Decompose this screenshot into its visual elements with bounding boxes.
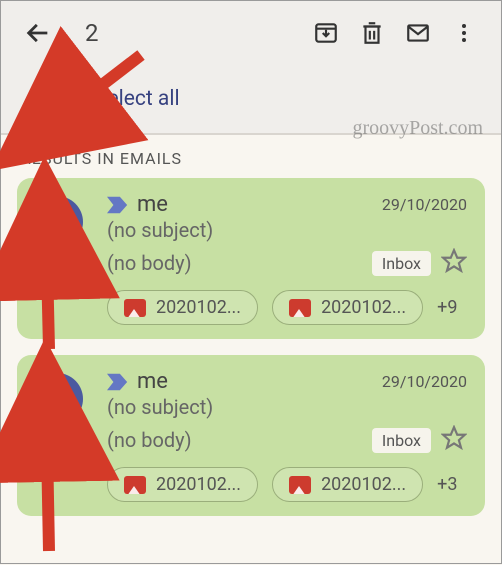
email-date: 29/10/2020 [382, 372, 467, 391]
watermark: groovyPost.com [352, 117, 483, 140]
attachment-name: 2020102... [156, 474, 241, 495]
attachment-chip[interactable]: 2020102... [107, 290, 258, 325]
selected-avatar-icon[interactable] [31, 196, 83, 248]
attachment-name: 2020102... [321, 474, 406, 495]
inbox-label: Inbox [372, 428, 431, 453]
selected-count: 2 [85, 19, 303, 47]
important-icon[interactable] [107, 196, 129, 214]
section-header: RESULTS IN EMAILS [1, 135, 501, 178]
select-all-label: Select all [95, 87, 180, 111]
email-sender: me [137, 192, 374, 217]
star-button[interactable] [441, 248, 467, 278]
image-icon [124, 476, 146, 494]
attachment-name: 2020102... [156, 297, 241, 318]
attachment-chip[interactable]: 2020102... [272, 467, 423, 502]
email-snippet: (no body) [107, 427, 192, 454]
attachment-chip[interactable]: 2020102... [272, 290, 423, 325]
inbox-label: Inbox [372, 251, 431, 276]
email-subject: (no subject) [107, 394, 467, 421]
email-subject: (no subject) [107, 217, 467, 244]
image-icon [289, 299, 311, 317]
delete-button[interactable] [349, 10, 395, 56]
email-item[interactable]: me 29/10/2020 (no subject) (no body) Inb… [17, 178, 485, 339]
important-icon[interactable] [107, 373, 129, 391]
image-icon [289, 476, 311, 494]
email-item[interactable]: me 29/10/2020 (no subject) (no body) Inb… [17, 355, 485, 516]
more-button[interactable] [441, 10, 487, 56]
attachment-more-count[interactable]: +3 [437, 474, 457, 495]
email-snippet: (no body) [107, 250, 192, 277]
toolbar: 2 [1, 1, 501, 65]
star-button[interactable] [441, 425, 467, 455]
archive-button[interactable] [303, 10, 349, 56]
attachment-more-count[interactable]: +9 [437, 297, 457, 318]
back-button[interactable] [15, 10, 61, 56]
mark-unread-button[interactable] [395, 10, 441, 56]
attachment-chip[interactable]: 2020102... [107, 467, 258, 502]
email-date: 29/10/2020 [382, 195, 467, 214]
email-sender: me [137, 369, 374, 394]
image-icon [124, 299, 146, 317]
select-all-checkbox[interactable] [35, 86, 61, 112]
attachment-name: 2020102... [321, 297, 406, 318]
selected-avatar-icon[interactable] [31, 373, 83, 425]
